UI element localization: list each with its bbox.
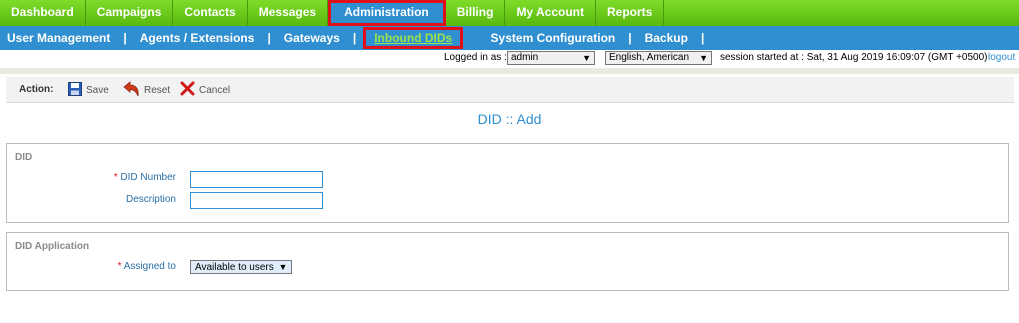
save-icon bbox=[68, 81, 86, 99]
reset-label: Reset bbox=[144, 84, 171, 96]
description-row: Description bbox=[7, 194, 176, 208]
subnav-agents-extensions[interactable]: Agents / Extensions bbox=[140, 31, 255, 45]
subnav-separator: | bbox=[628, 31, 632, 45]
did-number-row: * DID Number bbox=[7, 172, 176, 186]
subnav-separator bbox=[463, 31, 490, 45]
undo-arrow-icon bbox=[122, 80, 144, 100]
chevron-down-icon: ▼ bbox=[582, 53, 591, 63]
nav-my-account[interactable]: My Account bbox=[505, 0, 596, 26]
page-title: DID :: Add bbox=[477, 111, 542, 127]
chevron-down-icon: ▼ bbox=[278, 262, 288, 272]
did-number-label-text: DID Number bbox=[120, 172, 176, 183]
nav-administration[interactable]: Administration bbox=[328, 0, 446, 26]
save-label: Save bbox=[86, 84, 109, 96]
session-info: session started at : Sat, 31 Aug 2019 16… bbox=[720, 52, 988, 63]
logged-in-label: Logged in as : bbox=[444, 52, 507, 63]
subnav-gateways[interactable]: Gateways bbox=[284, 31, 340, 45]
top-nav: Dashboard Campaigns Contacts Messages Ad… bbox=[0, 0, 1019, 26]
description-label: Description bbox=[125, 194, 176, 205]
did-application-legend: DID Application bbox=[15, 241, 90, 252]
did-number-label: * DID Number bbox=[114, 172, 176, 183]
assigned-to-label-text: Assigned to bbox=[123, 261, 176, 272]
assigned-to-select[interactable]: Available to users ▼ bbox=[190, 260, 293, 274]
action-label: Action: bbox=[19, 84, 54, 95]
user-select[interactable]: admin ▼ bbox=[507, 51, 595, 65]
assigned-to-value: Available to users bbox=[195, 262, 274, 273]
logout-link[interactable]: logout bbox=[988, 52, 1015, 63]
language-select-value: English, American bbox=[609, 52, 690, 63]
cancel-button[interactable]: Cancel bbox=[180, 81, 230, 99]
did-fieldset: DID * DID Number Description bbox=[6, 143, 1009, 223]
subnav-separator: | bbox=[700, 31, 705, 45]
nav-messages[interactable]: Messages bbox=[248, 0, 329, 26]
chevron-down-icon: ▼ bbox=[699, 53, 708, 63]
save-button[interactable]: Save bbox=[68, 81, 109, 99]
nav-dashboard[interactable]: Dashboard bbox=[0, 0, 86, 26]
description-input[interactable] bbox=[190, 192, 323, 209]
required-marker: * bbox=[113, 172, 118, 183]
nav-contacts[interactable]: Contacts bbox=[173, 0, 248, 26]
subnav-separator: | bbox=[267, 31, 271, 45]
did-number-input[interactable] bbox=[190, 171, 323, 188]
assigned-to-row: * Assigned to bbox=[7, 261, 176, 275]
language-select[interactable]: English, American ▼ bbox=[605, 51, 712, 65]
close-icon bbox=[180, 81, 199, 99]
subnav-separator: | bbox=[123, 31, 127, 45]
assigned-to-label: * Assigned to bbox=[118, 261, 176, 272]
nav-reports[interactable]: Reports bbox=[596, 0, 665, 26]
nav-billing[interactable]: Billing bbox=[446, 0, 506, 26]
sub-nav: User Management | Agents / Extensions | … bbox=[0, 26, 1019, 50]
nav-campaigns[interactable]: Campaigns bbox=[86, 0, 174, 26]
did-legend: DID bbox=[15, 152, 33, 163]
subnav-inbound-dids[interactable]: Inbound DIDs bbox=[363, 27, 464, 49]
user-select-value: admin bbox=[511, 52, 539, 63]
divider-strip bbox=[0, 68, 1019, 74]
reset-button[interactable]: Reset bbox=[122, 80, 171, 100]
subnav-user-management[interactable]: User Management bbox=[7, 31, 110, 45]
session-bar: Logged in as : admin ▼ English, American… bbox=[0, 50, 1019, 66]
did-application-fieldset: DID Application * Assigned to Available … bbox=[6, 232, 1009, 291]
action-bar: Action: Save Reset Cancel bbox=[6, 77, 1014, 103]
subnav-backup[interactable]: Backup bbox=[645, 31, 688, 45]
cancel-label: Cancel bbox=[199, 84, 231, 96]
subnav-system-configuration[interactable]: System Configuration bbox=[491, 31, 616, 45]
required-marker: * bbox=[117, 261, 122, 272]
